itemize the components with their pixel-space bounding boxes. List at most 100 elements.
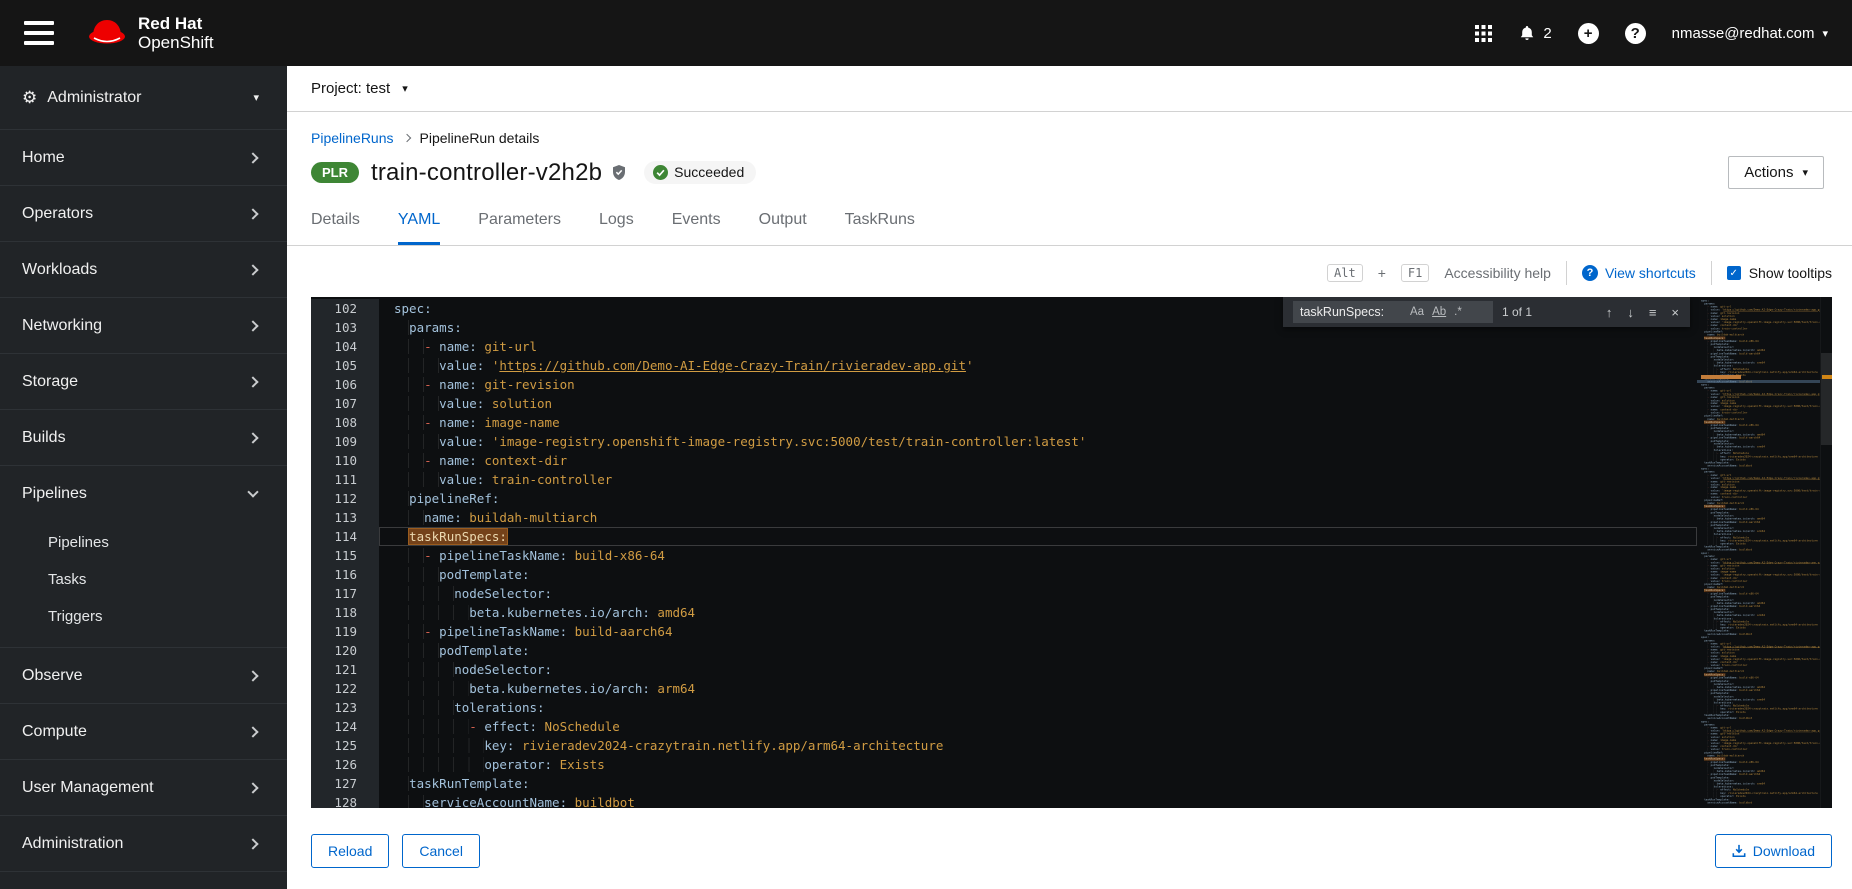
- tab-logs[interactable]: Logs: [599, 211, 634, 245]
- status-badge: Succeeded: [644, 161, 757, 184]
- line-number: 108: [311, 413, 379, 432]
- reload-button[interactable]: Reload: [311, 834, 390, 868]
- actions-button[interactable]: Actions ▾: [1728, 156, 1824, 189]
- code-line-124[interactable]: 124 - effect: NoSchedule: [311, 717, 1697, 736]
- line-number: 117: [311, 584, 379, 603]
- code-line-117[interactable]: 117 nodeSelector:: [311, 584, 1697, 603]
- code-line-126[interactable]: 126 operator: Exists: [311, 755, 1697, 774]
- sidebar-item-observe[interactable]: Observe: [0, 648, 287, 704]
- line-number: 120: [311, 641, 379, 660]
- line-number: 107: [311, 394, 379, 413]
- brand-line1: Red Hat: [138, 13, 203, 33]
- tab-taskruns[interactable]: TaskRuns: [845, 211, 915, 245]
- code-line-128[interactable]: 128 serviceAccountName: buildbot: [311, 793, 1697, 808]
- regex-toggle[interactable]: .*: [1450, 305, 1466, 319]
- previous-match-icon[interactable]: ↑: [1603, 305, 1616, 320]
- sidebar-subitem-pipelines[interactable]: Pipelines: [0, 524, 287, 561]
- sidebar-nav: ⚙ Administrator ▾ Home Operators Workloads…: [0, 66, 287, 889]
- code-line-127[interactable]: 127 taskRunTemplate:: [311, 774, 1697, 793]
- sidebar-item-user-management[interactable]: User Management: [0, 760, 287, 816]
- chevron-right-icon: [247, 375, 259, 388]
- tab-output[interactable]: Output: [759, 211, 807, 245]
- code-line-122[interactable]: 122 beta.kubernetes.io/arch: arm64: [311, 679, 1697, 698]
- code-line-109[interactable]: 109 value: 'image-registry.openshift-ima…: [311, 432, 1697, 451]
- sidebar-item-compute[interactable]: Compute: [0, 704, 287, 760]
- find-input[interactable]: [1300, 305, 1406, 319]
- line-number: 103: [311, 318, 379, 337]
- code-line-116[interactable]: 116 podTemplate:: [311, 565, 1697, 584]
- user-email: nmasse@redhat.com: [1671, 24, 1815, 42]
- caret-down-icon: ▾: [253, 92, 259, 104]
- chevron-right-icon: [247, 151, 259, 164]
- f1-keycap: F1: [1400, 264, 1430, 282]
- perspective-switcher[interactable]: ⚙ Administrator ▾: [0, 66, 287, 130]
- code-line-108[interactable]: 108 - name: image-name: [311, 413, 1697, 432]
- code-line-123[interactable]: 123 tolerations:: [311, 698, 1697, 717]
- sidebar-item-label: Operators: [22, 204, 94, 222]
- scrollbar-match-marker: [1822, 375, 1832, 379]
- chevron-right-icon: [247, 781, 259, 794]
- close-find-icon[interactable]: ×: [1668, 305, 1682, 320]
- yaml-editor[interactable]: 102 spec: 103 params: 104 - name: git-url 10…: [311, 297, 1832, 808]
- whole-word-toggle[interactable]: Ab: [1428, 305, 1450, 319]
- download-button[interactable]: Download: [1714, 834, 1832, 868]
- find-in-selection-icon[interactable]: ≡: [1646, 305, 1660, 320]
- code-line-125[interactable]: 125 key: rivieradev2024-crazytrain.netli…: [311, 736, 1697, 755]
- tab-details[interactable]: Details: [311, 211, 360, 245]
- sidebar-item-builds[interactable]: Builds: [0, 410, 287, 466]
- sidebar-item-networking[interactable]: Networking: [0, 298, 287, 354]
- show-tooltips-toggle[interactable]: ✓ Show tooltips: [1726, 265, 1832, 281]
- code-line-111[interactable]: 111 value: train-controller: [311, 470, 1697, 489]
- code-line-119[interactable]: 119 - pipelineTaskName: build-aarch64: [311, 622, 1697, 641]
- editor-scrollbar[interactable]: [1820, 297, 1832, 808]
- line-number: 109: [311, 432, 379, 451]
- scrollbar-slider[interactable]: [1821, 353, 1832, 445]
- chevron-right-icon: [402, 133, 411, 143]
- tab-parameters[interactable]: Parameters: [478, 211, 561, 245]
- line-number: 128: [311, 793, 379, 808]
- breadcrumb: PipelineRuns PipelineRun details: [287, 112, 1852, 146]
- next-match-icon[interactable]: ↓: [1624, 305, 1637, 320]
- code-line-114[interactable]: 114 taskRunSpecs:: [311, 527, 1697, 546]
- nav-toggle-icon[interactable]: [24, 21, 54, 45]
- sidebar-subitem-tasks[interactable]: Tasks: [0, 561, 287, 598]
- code-line-104[interactable]: 104 - name: git-url: [311, 337, 1697, 356]
- tab-events[interactable]: Events: [672, 211, 721, 245]
- tab-yaml[interactable]: YAML: [397, 211, 441, 245]
- code-line-115[interactable]: 115 - pipelineTaskName: build-x86-64: [311, 546, 1697, 565]
- code-line-121[interactable]: 121 nodeSelector:: [311, 660, 1697, 679]
- notifications-bell-icon[interactable]: 2: [1518, 24, 1552, 43]
- minimap-current-line-band: [1697, 380, 1820, 383]
- code-line-105[interactable]: 105 value: 'https://github.com/Demo-AI-E…: [311, 356, 1697, 375]
- cancel-button[interactable]: Cancel: [402, 834, 480, 868]
- caret-down-icon[interactable]: ▾: [402, 82, 408, 95]
- sidebar-subitem-triggers[interactable]: Triggers: [0, 598, 287, 635]
- minimap[interactable]: spec: params: - name: git-url value: 'ht…: [1697, 297, 1820, 808]
- code-line-110[interactable]: 110 - name: context-dir: [311, 451, 1697, 470]
- app-launcher-icon[interactable]: [1475, 24, 1493, 42]
- notification-count: 2: [1543, 24, 1552, 42]
- code-line-112[interactable]: 112 pipelineRef:: [311, 489, 1697, 508]
- add-plus-icon[interactable]: +: [1577, 22, 1599, 44]
- sidebar-item-pipelines[interactable]: Pipelines: [0, 466, 287, 522]
- code-line-113[interactable]: 113 name: buildah-multiarch: [311, 508, 1697, 527]
- resource-badge-plr: PLR: [311, 162, 359, 183]
- match-case-toggle[interactable]: Aa: [1406, 305, 1428, 319]
- help-icon[interactable]: ?: [1624, 22, 1646, 44]
- sidebar-item-storage[interactable]: Storage: [0, 354, 287, 410]
- code-line-120[interactable]: 120 podTemplate:: [311, 641, 1697, 660]
- code-line-107[interactable]: 107 value: solution: [311, 394, 1697, 413]
- find-widget: Aa Ab .* 1 of 1 ↑ ↓ ≡ ×: [1283, 297, 1690, 327]
- code-line-106[interactable]: 106 - name: git-revision: [311, 375, 1697, 394]
- sidebar-item-home[interactable]: Home: [0, 130, 287, 186]
- sidebar-item-administration[interactable]: Administration: [0, 816, 287, 872]
- find-input-box[interactable]: Aa Ab .*: [1293, 301, 1493, 323]
- view-shortcuts-link[interactable]: ? View shortcuts: [1581, 265, 1696, 281]
- checkbox-checked-icon[interactable]: ✓: [1726, 266, 1741, 280]
- user-menu[interactable]: nmasse@redhat.com ▾: [1672, 25, 1828, 42]
- sidebar-item-operators[interactable]: Operators: [0, 186, 287, 242]
- sidebar-item-workloads[interactable]: Workloads: [0, 242, 287, 298]
- breadcrumb-link-pipelineruns[interactable]: PipelineRuns: [311, 130, 394, 146]
- project-selector[interactable]: Project: test: [311, 80, 390, 97]
- code-line-118[interactable]: 118 beta.kubernetes.io/arch: amd64: [311, 603, 1697, 622]
